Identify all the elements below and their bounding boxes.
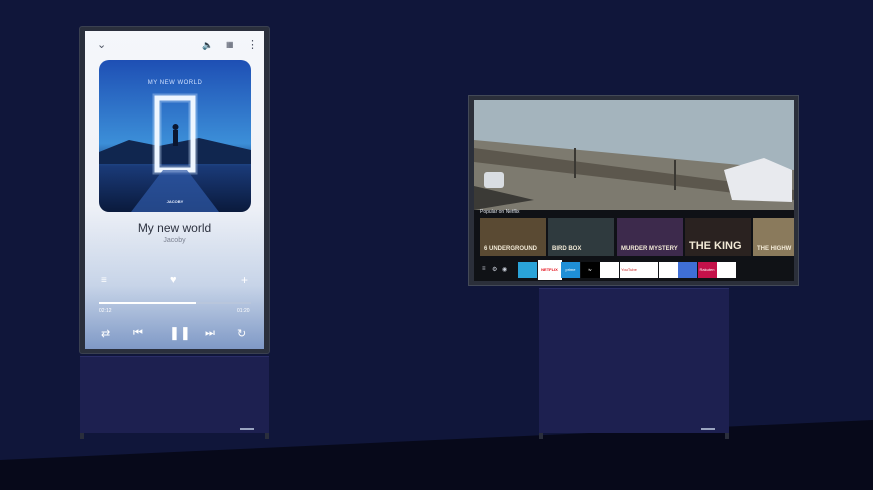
heart-icon[interactable]: ♥ [170, 274, 177, 286]
next-icon[interactable]: ⏭ [205, 327, 215, 340]
more-vert-icon[interactable]: ⋮ [247, 39, 258, 51]
stand-foot [539, 433, 543, 439]
stand-foot [80, 433, 84, 439]
settings-icon[interactable]: ⚙ [492, 266, 497, 273]
content-tile-label: THE HIGHW [757, 246, 792, 252]
progress-bar[interactable] [99, 302, 251, 304]
vertical-tv-stand [80, 356, 269, 439]
time-elapsed: 02:12 [99, 308, 112, 314]
app-tile[interactable] [658, 262, 678, 278]
stand-logo [701, 428, 715, 430]
equalizer-icon[interactable]: ▦ [226, 39, 234, 51]
app-tile[interactable] [518, 262, 537, 278]
row-label: Popular on Netflix [480, 209, 520, 215]
content-tile[interactable]: THE KING [685, 218, 751, 256]
music-player-screen: ⌄ 🔈 ▦ ⋮ MY NEW WORLD JACOBY My new world… [85, 31, 264, 349]
app-tile[interactable]: prime video [561, 262, 580, 278]
app-tile[interactable] [678, 262, 697, 278]
content-tile[interactable]: MURDER MYSTERY [617, 218, 683, 256]
content-tile-label: 6 UNDERGROUND [484, 246, 538, 252]
album-art-title: MY NEW WORLD [147, 80, 203, 86]
album-art: MY NEW WORLD JACOBY [99, 60, 251, 212]
horizontal-tv-frame: Popular on Netflix 6 UNDERGROUND BIRD BOX… [469, 96, 798, 285]
shuffle-icon[interactable]: ⇄ [101, 327, 110, 340]
app-tile[interactable]: Rakuten [697, 262, 717, 278]
content-tile[interactable]: BIRD BOX [548, 218, 614, 256]
stand-foot [725, 433, 729, 439]
horizontal-tv-stand [539, 288, 729, 439]
stand-foot [265, 433, 269, 439]
hero-image [474, 100, 794, 210]
app-bar: ≡ ⚙ ◉ NETFLIXprime videotv YouTube Rakuten [474, 260, 794, 281]
smart-tv-screen: Popular on Netflix 6 UNDERGROUND BIRD BOX… [474, 100, 794, 281]
menu-icon[interactable]: ≡ [482, 266, 486, 272]
content-tile[interactable]: 6 UNDERGROUND [480, 218, 546, 256]
stand-logo [240, 428, 254, 430]
app-tile[interactable]: YouTube [619, 262, 639, 278]
song-artist: Jacoby [163, 237, 186, 244]
song-title: My new world [137, 221, 212, 235]
add-icon[interactable]: + [241, 274, 248, 286]
source-icon[interactable]: ◉ [502, 266, 507, 273]
app-tile[interactable] [600, 262, 619, 278]
content-tile-label: BIRD BOX [552, 246, 582, 252]
pause-icon[interactable]: ❚❚ [169, 325, 191, 341]
progress-fill [99, 302, 197, 304]
app-tile[interactable] [717, 262, 736, 278]
content-tile-label: THE KING [689, 240, 742, 252]
volume-icon[interactable]: 🔈 [202, 39, 213, 51]
time-total: 01:20 [237, 308, 250, 314]
app-tile[interactable]: NETFLIX [537, 260, 562, 280]
repeat-icon[interactable]: ↻ [237, 327, 246, 340]
chevron-down-icon[interactable]: ⌄ [97, 39, 106, 51]
previous-icon[interactable]: ⏮ [133, 327, 143, 340]
content-tile-label: MURDER MYSTERY [621, 246, 678, 252]
album-art-artist: JACOBY [166, 199, 184, 204]
vertical-tv-frame: ⌄ 🔈 ▦ ⋮ MY NEW WORLD JACOBY My new world… [80, 27, 269, 353]
playlist-icon[interactable]: ≡ [101, 275, 107, 287]
content-tile[interactable]: THE HIGHW [753, 218, 794, 256]
app-tile[interactable] [639, 262, 658, 278]
app-tile[interactable]: tv [580, 262, 600, 278]
